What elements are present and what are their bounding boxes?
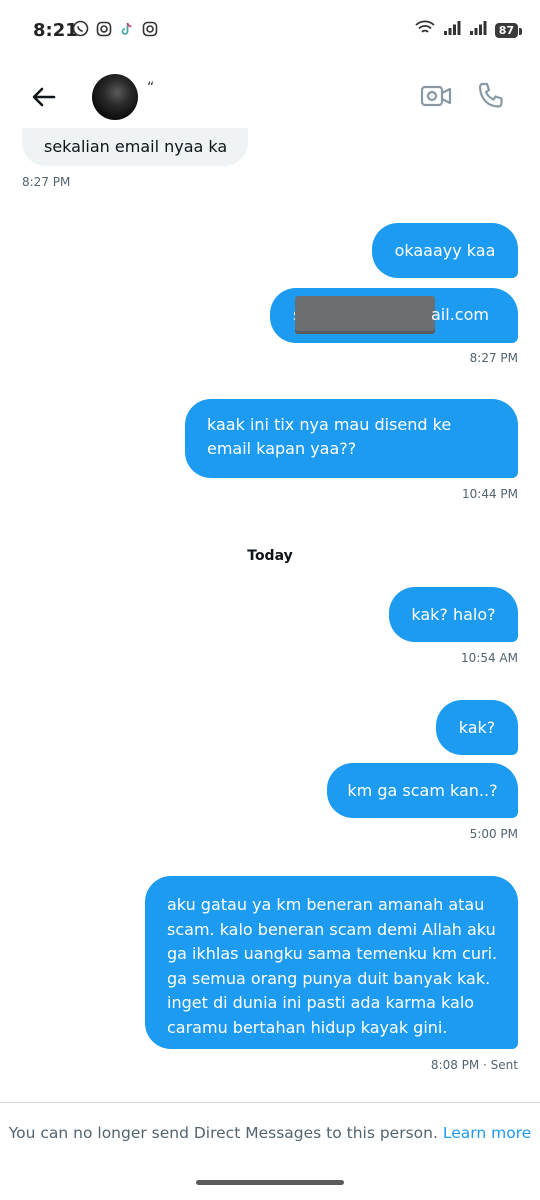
signal-icon xyxy=(469,20,487,40)
message-timestamp: 10:44 PM xyxy=(462,487,518,501)
learn-more-link[interactable]: Learn more xyxy=(443,1124,531,1142)
message-text-suffix: ail.com xyxy=(431,305,489,324)
voice-call-button[interactable] xyxy=(475,80,507,112)
arrow-left-icon xyxy=(32,87,56,107)
whatsapp-icon xyxy=(72,20,89,37)
outgoing-message[interactable]: okaaayy kaa xyxy=(372,223,518,278)
outgoing-message-email[interactable]: s ail.com xyxy=(270,288,518,343)
incoming-message[interactable]: sekalian email nyaa ka xyxy=(22,128,248,166)
message-text: okaaayy kaa xyxy=(394,240,496,260)
outgoing-message[interactable]: km ga scam kan..? xyxy=(327,763,518,818)
message-text: kak? xyxy=(458,717,496,737)
message-text: kak? halo? xyxy=(411,604,496,624)
outgoing-message[interactable]: aku gatau ya km beneran amanah atau scam… xyxy=(145,876,518,1049)
day-separator: Today xyxy=(247,548,293,564)
tiktok-icon xyxy=(118,20,135,37)
instagram-icon xyxy=(95,20,112,37)
dm-disabled-notice: You can no longer send Direct Messages t… xyxy=(0,1124,540,1142)
message-timestamp: 8:27 PM xyxy=(469,351,518,365)
message-timestamp: 5:00 PM xyxy=(469,827,518,841)
message-text: km ga scam kan..? xyxy=(347,780,498,800)
outgoing-message[interactable]: kaak ini tix nya mau disend ke email kap… xyxy=(185,399,518,478)
video-camera-icon xyxy=(420,85,452,107)
video-call-button[interactable] xyxy=(420,82,452,110)
outgoing-message[interactable]: kak? xyxy=(436,700,518,755)
message-status: 8:08 PM · Sent xyxy=(430,1058,518,1072)
avatar[interactable] xyxy=(92,74,138,120)
redaction-bar xyxy=(295,296,435,334)
home-indicator[interactable] xyxy=(196,1180,344,1185)
outgoing-message[interactable]: kak? halo? xyxy=(389,587,518,642)
status-system-icons: 87 xyxy=(415,20,523,40)
signal-icon xyxy=(443,20,461,40)
message-text: sekalian email nyaa ka xyxy=(44,137,228,156)
phone-icon xyxy=(478,82,503,108)
message-text: kaak ini tix nya mau disend ke email kap… xyxy=(207,415,452,458)
instagram-icon xyxy=(141,20,158,37)
battery-icon: 87 xyxy=(494,22,523,38)
divider xyxy=(0,1102,540,1103)
wifi-icon xyxy=(415,20,435,40)
message-timestamp: 8:27 PM xyxy=(22,175,71,189)
notice-text: You can no longer send Direct Messages t… xyxy=(8,1124,438,1142)
back-button[interactable] xyxy=(27,80,61,114)
contact-name[interactable]: “ xyxy=(147,80,154,96)
status-app-icons xyxy=(72,20,158,37)
message-timestamp: 10:54 AM xyxy=(461,651,518,665)
message-text: aku gatau ya km beneran amanah atau scam… xyxy=(167,895,498,1037)
